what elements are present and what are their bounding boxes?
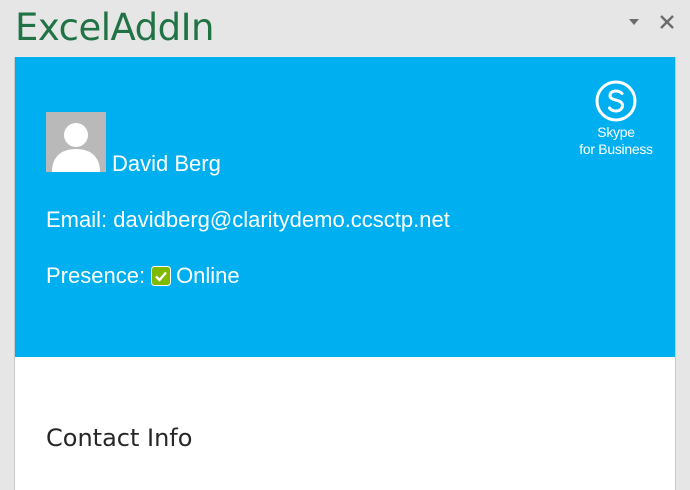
avatar [46, 112, 106, 172]
skype-for-business-logo: Skype for Business [571, 79, 661, 159]
email-value[interactable]: davidberg@claritydemo.ccsctp.net [113, 207, 450, 232]
task-pane-body: David Berg Email: davidberg@claritydemo.… [14, 57, 676, 490]
pane-title: ExcelAddIn [15, 6, 215, 49]
contact-name: David Berg [112, 151, 221, 176]
skype-icon [595, 80, 637, 122]
task-pane-header: ExcelAddIn [0, 0, 690, 57]
pane-close-button[interactable] [657, 12, 677, 32]
close-icon [660, 15, 674, 29]
presence-online-check-icon [151, 266, 172, 286]
skype-wordmark-line1: Skype [597, 124, 635, 140]
email-row: Email: davidberg@claritydemo.ccsctp.net [46, 207, 450, 233]
person-placeholder-icon [46, 112, 106, 172]
skype-wordmark-line2: for Business [579, 141, 653, 157]
contact-info-heading: Contact Info [46, 424, 193, 452]
presence-value: Online [176, 263, 240, 288]
presence-row: Presence: Online [46, 263, 240, 289]
profile-card: David Berg Email: davidberg@claritydemo.… [15, 57, 675, 357]
pane-options-button[interactable] [624, 12, 644, 32]
presence-label: Presence: [46, 263, 146, 288]
email-label: Email: [46, 207, 108, 232]
chevron-down-icon [629, 19, 639, 25]
